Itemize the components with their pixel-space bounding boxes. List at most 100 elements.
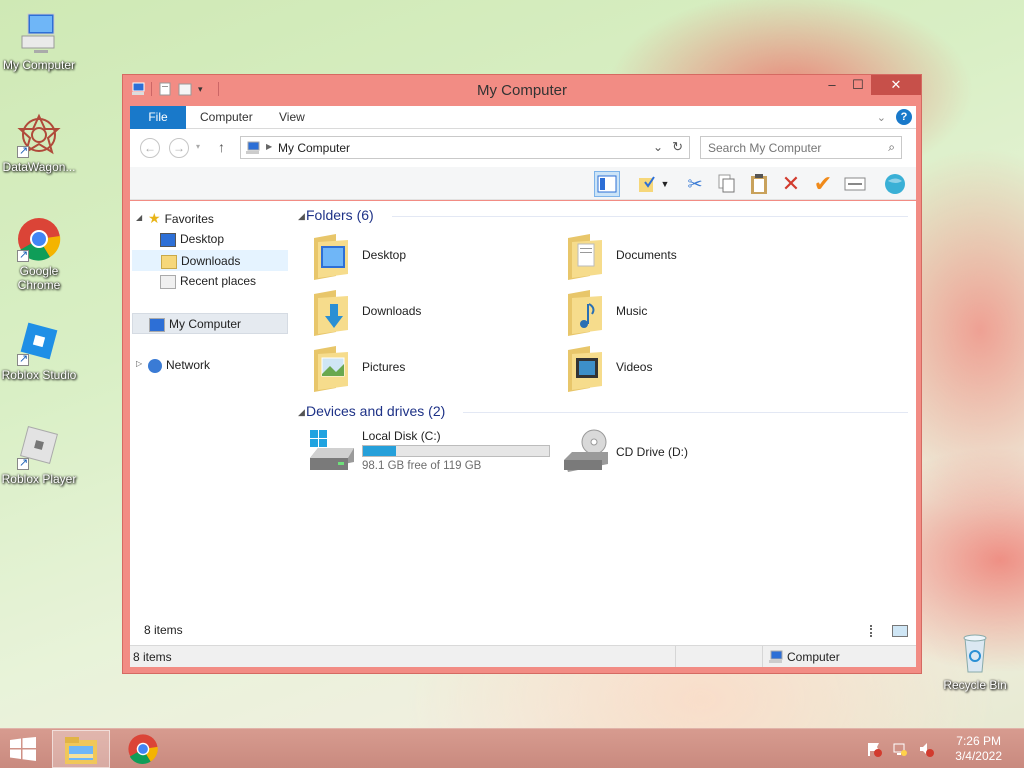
recent-locations-icon[interactable]: ▾ bbox=[196, 142, 200, 151]
network-status-icon[interactable] bbox=[892, 741, 908, 757]
drives-group-header[interactable]: Devices and drives (2) bbox=[306, 403, 445, 419]
folder-downloads[interactable]: Downloads bbox=[308, 288, 548, 338]
nav-item-label: My Computer bbox=[169, 317, 242, 331]
address-row: ← → ▾ ↑ ▶ My Computer ⌄ ↻ ⌕ bbox=[130, 129, 916, 167]
desktop-icon-label: DataWagon... bbox=[2, 160, 76, 174]
group-divider bbox=[463, 412, 908, 413]
documents-folder-icon bbox=[568, 234, 602, 280]
breadcrumb-chevron-icon: ▶ bbox=[266, 142, 273, 151]
search-icon[interactable]: ⌕ bbox=[888, 140, 895, 155]
copy-icon[interactable] bbox=[714, 171, 740, 197]
drive-local-disk-c[interactable]: Local Disk (C:) 98.1 GB free of 119 GB bbox=[308, 426, 553, 474]
drive-label: Local Disk (C:) bbox=[362, 429, 441, 443]
collapse-group-icon[interactable]: ◢ bbox=[298, 407, 305, 418]
tab-computer[interactable]: Computer bbox=[200, 106, 253, 129]
folder-desktop[interactable]: Desktop bbox=[308, 232, 548, 282]
chrome-icon bbox=[128, 734, 158, 765]
close-button[interactable]: ✕ bbox=[871, 75, 921, 95]
globe-icon[interactable] bbox=[882, 171, 908, 197]
desktop-icon-roblox-player[interactable]: Roblox Player bbox=[0, 424, 79, 486]
downloads-folder-icon bbox=[314, 290, 348, 336]
drive-usage-bar bbox=[362, 445, 550, 457]
nav-item-label: Network bbox=[166, 358, 211, 372]
clock-date: 3/4/2022 bbox=[955, 749, 1002, 763]
folder-label: Documents bbox=[616, 248, 677, 262]
desktop-icon-roblox-studio[interactable]: Roblox Studio bbox=[0, 320, 79, 382]
nav-item-favorites[interactable]: ★ Favorites bbox=[132, 208, 288, 229]
tab-file[interactable]: File bbox=[130, 106, 186, 129]
select-folder-icon[interactable] bbox=[634, 171, 660, 197]
up-button[interactable]: ↑ bbox=[218, 139, 225, 155]
paste-icon[interactable] bbox=[746, 171, 772, 197]
system-tray bbox=[866, 741, 934, 757]
rename-field-icon[interactable] bbox=[842, 171, 868, 197]
help-icon[interactable]: ? bbox=[896, 109, 912, 125]
nav-item-network[interactable]: Network bbox=[132, 355, 288, 376]
desktop-icon-my-computer[interactable]: My Computer bbox=[0, 10, 79, 72]
tab-view[interactable]: View bbox=[279, 106, 305, 129]
delete-icon[interactable]: ✕ bbox=[778, 171, 804, 197]
details-view-icon[interactable] bbox=[870, 625, 886, 637]
roblox-studio-icon bbox=[16, 320, 62, 366]
pictures-folder-icon bbox=[314, 346, 348, 392]
start-button[interactable] bbox=[8, 737, 38, 761]
nav-item-desktop[interactable]: Desktop bbox=[132, 229, 288, 250]
folder-videos[interactable]: Videos bbox=[562, 344, 802, 394]
address-dropdown-icon[interactable]: ⌄ bbox=[653, 140, 663, 154]
taskbar-file-explorer[interactable] bbox=[52, 730, 110, 768]
shortcut-arrow-icon bbox=[17, 456, 29, 470]
nav-item-label: Downloads bbox=[181, 254, 241, 268]
folders-group-header[interactable]: Folders (6) bbox=[306, 207, 374, 223]
taskbar-clock[interactable]: 7:26 PM 3/4/2022 bbox=[955, 734, 1002, 764]
expand-ribbon-icon[interactable]: ⌄ bbox=[877, 111, 886, 124]
search-input[interactable] bbox=[708, 138, 878, 158]
status-bar: 8 items Computer bbox=[130, 645, 916, 667]
view-buttons bbox=[870, 625, 908, 637]
datawagon-icon bbox=[16, 112, 62, 158]
chevron-down-icon[interactable]: ▼ bbox=[658, 171, 672, 197]
preview-pane-button[interactable] bbox=[594, 171, 620, 197]
large-icons-view-icon[interactable] bbox=[892, 625, 908, 637]
ribbon-right: ⌄ ? bbox=[877, 109, 912, 125]
recycle-bin-icon bbox=[952, 630, 998, 676]
taskbar-google-chrome[interactable] bbox=[114, 730, 172, 768]
status-location: Computer bbox=[787, 650, 840, 664]
desktop-icon-google-chrome[interactable]: Google Chrome bbox=[0, 216, 79, 292]
file-explorer-icon bbox=[65, 737, 97, 764]
cut-icon[interactable]: ✂ bbox=[682, 171, 708, 197]
chrome-icon bbox=[16, 216, 62, 262]
title-bar[interactable]: ▾ My Computer – ☐ ✕ bbox=[123, 75, 921, 105]
search-box[interactable]: ⌕ bbox=[700, 136, 902, 159]
folder-label: Music bbox=[616, 304, 648, 318]
address-bar[interactable]: ▶ My Computer ⌄ ↻ bbox=[240, 136, 690, 159]
downloads-icon bbox=[161, 254, 177, 269]
volume-muted-icon[interactable] bbox=[918, 741, 934, 757]
nav-item-my-computer[interactable]: My Computer bbox=[132, 313, 288, 334]
maximize-button[interactable]: ☐ bbox=[845, 75, 871, 95]
rename-check-icon[interactable]: ✔ bbox=[810, 171, 836, 197]
nav-item-label: Favorites bbox=[164, 212, 214, 226]
group-divider bbox=[392, 216, 908, 217]
window-title: My Computer bbox=[476, 82, 568, 99]
desktop-icon-label: My Computer bbox=[2, 58, 76, 72]
folder-pictures[interactable]: Pictures bbox=[308, 344, 548, 394]
nav-item-recent-places[interactable]: Recent places bbox=[132, 271, 288, 292]
nav-item-downloads[interactable]: Downloads bbox=[132, 250, 288, 271]
collapse-group-icon[interactable]: ◢ bbox=[298, 211, 305, 222]
clock-time: 7:26 PM bbox=[956, 734, 1001, 748]
refresh-icon[interactable]: ↻ bbox=[672, 139, 683, 155]
desktop-icon-datawagon[interactable]: DataWagon... bbox=[0, 112, 79, 174]
folder-music[interactable]: Music bbox=[562, 288, 802, 338]
action-center-flag-icon[interactable] bbox=[866, 741, 882, 757]
videos-folder-icon bbox=[568, 346, 602, 392]
desktop-icon-label: Roblox Player bbox=[1, 472, 77, 486]
forward-button[interactable]: → bbox=[169, 138, 189, 158]
minimize-button[interactable]: – bbox=[819, 75, 845, 95]
computer-small-icon bbox=[245, 141, 261, 158]
hard-drive-icon bbox=[310, 430, 354, 470]
folder-documents[interactable]: Documents bbox=[562, 232, 802, 282]
back-button[interactable]: ← bbox=[140, 138, 160, 158]
folder-label: Downloads bbox=[362, 304, 422, 318]
desktop-icon-recycle-bin[interactable]: Recycle Bin bbox=[935, 630, 1015, 692]
drive-cd-d[interactable]: CD Drive (D:) bbox=[562, 426, 762, 474]
